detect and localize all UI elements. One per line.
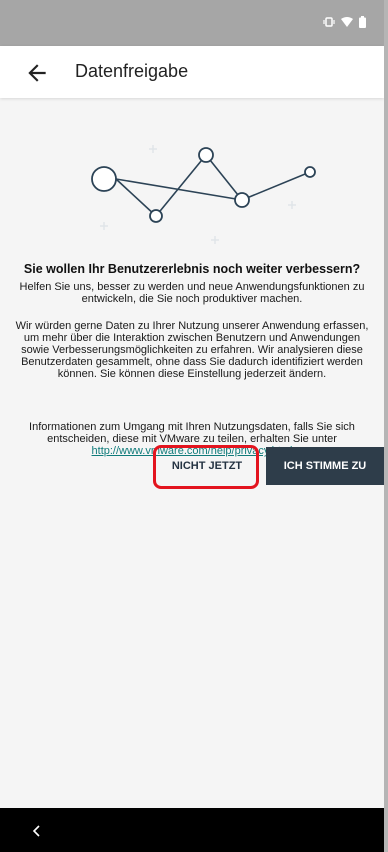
- phone-screen: Datenfreigabe Sie wollen Ihr Benutzererl…: [0, 0, 388, 852]
- data-collection-paragraph: Wir würden gerne Daten zu Ihrer Nutzung …: [15, 320, 369, 380]
- navigation-bar: [0, 808, 384, 852]
- vibrate-icon: [323, 17, 335, 27]
- agree-button[interactable]: ICH STIMME ZU: [266, 447, 384, 485]
- main-heading: Sie wollen Ihr Benutzererlebnis noch wei…: [23, 262, 361, 276]
- status-bar: [0, 0, 384, 46]
- privacy-text: Informationen zum Umgang mit Ihren Nutzu…: [29, 421, 355, 445]
- connected-nodes-illustration: [91, 145, 316, 244]
- status-icons: [323, 16, 366, 28]
- arrow-left-icon[interactable]: [24, 60, 50, 86]
- chevron-left-icon[interactable]: [28, 822, 46, 840]
- sparkle-icons: [100, 145, 296, 244]
- battery-icon: [359, 16, 366, 28]
- app-bar: Datenfreigabe: [0, 46, 384, 98]
- wifi-icon: [341, 17, 353, 27]
- page-title: Datenfreigabe: [75, 61, 189, 81]
- intro-paragraph: Helfen Sie uns, besser zu werden und neu…: [19, 281, 365, 305]
- not-now-button[interactable]: NICHT JETZT: [156, 447, 258, 485]
